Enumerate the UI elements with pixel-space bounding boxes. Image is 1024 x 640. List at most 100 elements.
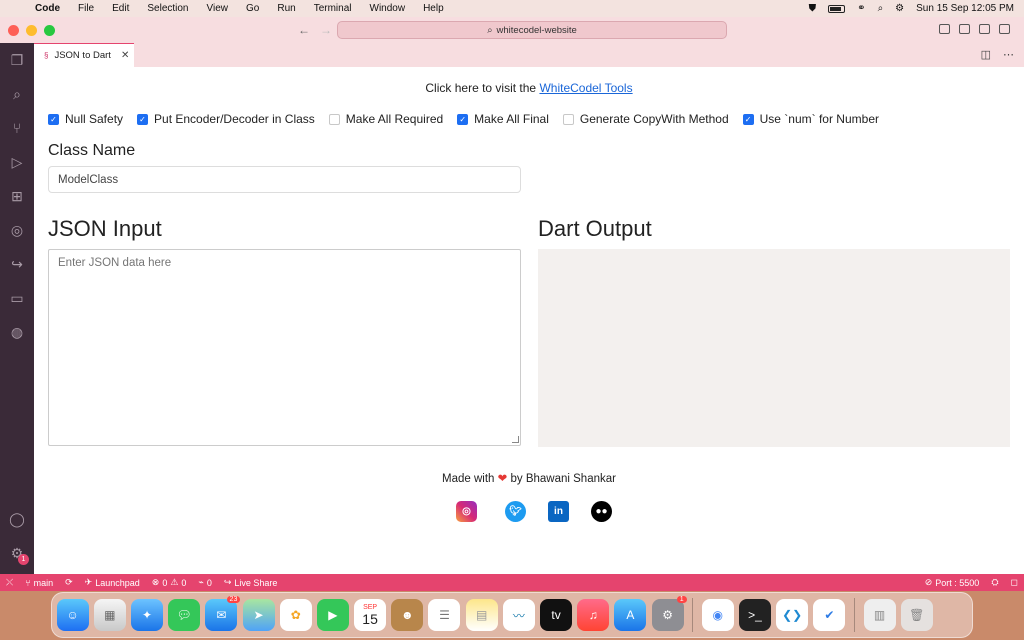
option-use-num[interactable]: ✓ Use `num` for Number: [742, 112, 879, 126]
notes-icon[interactable]: ▤: [465, 599, 498, 631]
menu-view[interactable]: View: [198, 3, 238, 14]
launchpad-status[interactable]: ✈ Launchpad: [79, 577, 146, 588]
make-all-final-checkbox[interactable]: ✓: [457, 113, 469, 125]
encoder-decoder-checkbox[interactable]: ✓: [137, 113, 149, 125]
option-copywith[interactable]: Generate CopyWith Method: [562, 112, 729, 126]
option-make-all-required[interactable]: Make All Required: [328, 112, 443, 126]
vscode-icon[interactable]: ❮❯: [776, 599, 809, 631]
ports-status[interactable]: ⌁ 0: [192, 577, 217, 588]
null-safety-checkbox[interactable]: ✓: [48, 113, 59, 125]
run-debug-icon[interactable]: ▷: [0, 145, 34, 179]
copywith-checkbox[interactable]: [562, 113, 574, 125]
safari-icon[interactable]: ✦: [130, 599, 163, 631]
terminal-icon[interactable]: >_: [738, 599, 771, 631]
textarea-resize-handle[interactable]: [512, 436, 519, 443]
branch-status[interactable]: ⑂ main: [19, 578, 59, 588]
menu-app-name[interactable]: Code: [26, 3, 69, 14]
forward-arrow-icon[interactable]: →: [320, 23, 332, 37]
menu-go[interactable]: Go: [237, 3, 268, 14]
contacts-icon[interactable]: ☻: [391, 599, 424, 631]
calendar-month: SEP: [363, 603, 378, 611]
more-actions-icon[interactable]: ⋯: [1003, 48, 1014, 61]
make-all-required-checkbox[interactable]: [328, 113, 340, 125]
photos-icon[interactable]: ✿: [279, 599, 312, 631]
use-num-checkbox[interactable]: ✓: [742, 113, 754, 125]
messages-icon[interactable]: 💬︎: [168, 599, 201, 631]
system-settings-icon[interactable]: ⚙ 1: [651, 596, 687, 631]
freeform-icon[interactable]: 〰: [502, 599, 535, 631]
notifications-icon[interactable]: ◻: [1005, 577, 1024, 588]
vpn-icon[interactable]: ⛊: [809, 3, 817, 14]
menu-window[interactable]: Window: [361, 3, 415, 14]
option-null-safety[interactable]: ✓ Null Safety: [48, 112, 123, 126]
instagram-icon[interactable]: ◎: [456, 501, 477, 522]
search-icon: ⌕: [487, 24, 493, 36]
extensions-icon[interactable]: ⊞: [0, 179, 34, 213]
menu-help[interactable]: Help: [414, 3, 453, 14]
battery-icon[interactable]: [828, 4, 846, 13]
search-icon[interactable]: ⌕: [0, 77, 34, 111]
downloads-stack-icon[interactable]: ▥: [863, 599, 896, 631]
menu-file[interactable]: File: [69, 3, 103, 14]
close-window-button[interactable]: [8, 24, 19, 36]
class-name-input[interactable]: ModelClass: [48, 166, 521, 193]
chat-icon[interactable]: ▭: [0, 281, 34, 315]
reminders-icon[interactable]: ☰: [428, 599, 461, 631]
menu-edit[interactable]: Edit: [103, 3, 138, 14]
mail-icon[interactable]: ✉ 23: [205, 596, 241, 631]
explorer-icon[interactable]: ❐: [0, 43, 34, 77]
facetime-icon[interactable]: ▶: [316, 599, 349, 631]
search-icon[interactable]: ⌕: [878, 3, 884, 14]
dart-output-area[interactable]: [538, 249, 1010, 447]
whitecodel-tools-link[interactable]: WhiteCodel Tools: [539, 81, 632, 95]
remote-explorer-icon[interactable]: ◎: [0, 213, 34, 247]
live-server-status[interactable]: ⊘ Port : 5500: [919, 577, 986, 588]
medium-icon[interactable]: ●●: [591, 501, 612, 522]
tab-json-to-dart[interactable]: § JSON to Dart ✕: [34, 43, 134, 67]
dock-separator: [853, 598, 855, 632]
option-label: Make All Final: [474, 112, 549, 126]
gitlens-icon[interactable]: ◍: [0, 315, 34, 349]
toggle-panel-icon[interactable]: [959, 24, 970, 34]
toggle-primary-sidebar-icon[interactable]: [939, 24, 950, 34]
menu-run[interactable]: Run: [268, 3, 304, 14]
split-editor-icon[interactable]: ◫: [981, 48, 991, 61]
json-input-textarea[interactable]: [48, 249, 521, 446]
manage-gear-icon[interactable]: ⚙ 1: [0, 536, 34, 570]
calendar-icon[interactable]: SEP 15: [354, 599, 387, 631]
settings-badge: 1: [18, 554, 29, 565]
twitter-icon[interactable]: 🐦︎: [505, 501, 526, 522]
menu-selection[interactable]: Selection: [138, 3, 197, 14]
maps-icon[interactable]: ➤: [242, 599, 275, 631]
back-arrow-icon[interactable]: ←: [298, 23, 310, 37]
account-icon[interactable]: ◯: [0, 502, 34, 536]
minimize-window-button[interactable]: [26, 24, 37, 36]
sync-icon[interactable]: ⟳: [59, 577, 79, 588]
launchpad-icon[interactable]: ▦: [93, 599, 126, 631]
menu-terminal[interactable]: Terminal: [305, 3, 361, 14]
toggle-secondary-sidebar-icon[interactable]: [979, 24, 990, 34]
music-icon[interactable]: ♫: [577, 599, 610, 631]
remote-indicator-icon[interactable]: ⤬: [0, 577, 19, 588]
clock[interactable]: Sun 15 Sep 12:05 PM: [916, 3, 1014, 14]
apple-tv-icon[interactable]: tv: [540, 599, 573, 631]
option-encoder-decoder[interactable]: ✓ Put Encoder/Decoder in Class: [137, 112, 315, 126]
zoom-window-button[interactable]: [44, 24, 55, 36]
problems-status[interactable]: ⊗ 0 ⚠ 0: [146, 577, 193, 588]
trash-icon[interactable]: 🗑︎: [900, 599, 933, 631]
control-center-icon[interactable]: ⚙: [895, 3, 904, 14]
app-store-icon[interactable]: A: [614, 599, 647, 631]
live-share-status[interactable]: ↪ Live Share: [218, 577, 284, 588]
finder-icon[interactable]: ☺: [56, 599, 89, 631]
source-control-icon[interactable]: ⑂: [0, 111, 34, 145]
live-share-icon[interactable]: ↪: [0, 247, 34, 281]
command-center[interactable]: ⌕ whitecodel-website: [337, 21, 727, 39]
link-icon[interactable]: ⚭: [857, 3, 865, 14]
chrome-icon[interactable]: ◉: [701, 599, 734, 631]
copilot-icon[interactable]: ⛭: [985, 577, 1004, 588]
app-icon[interactable]: ✔: [813, 599, 846, 631]
linkedin-icon[interactable]: in: [548, 501, 569, 522]
close-tab-icon[interactable]: ✕: [121, 50, 129, 61]
customize-layout-icon[interactable]: [999, 24, 1010, 34]
option-make-all-final[interactable]: ✓ Make All Final: [457, 112, 549, 126]
